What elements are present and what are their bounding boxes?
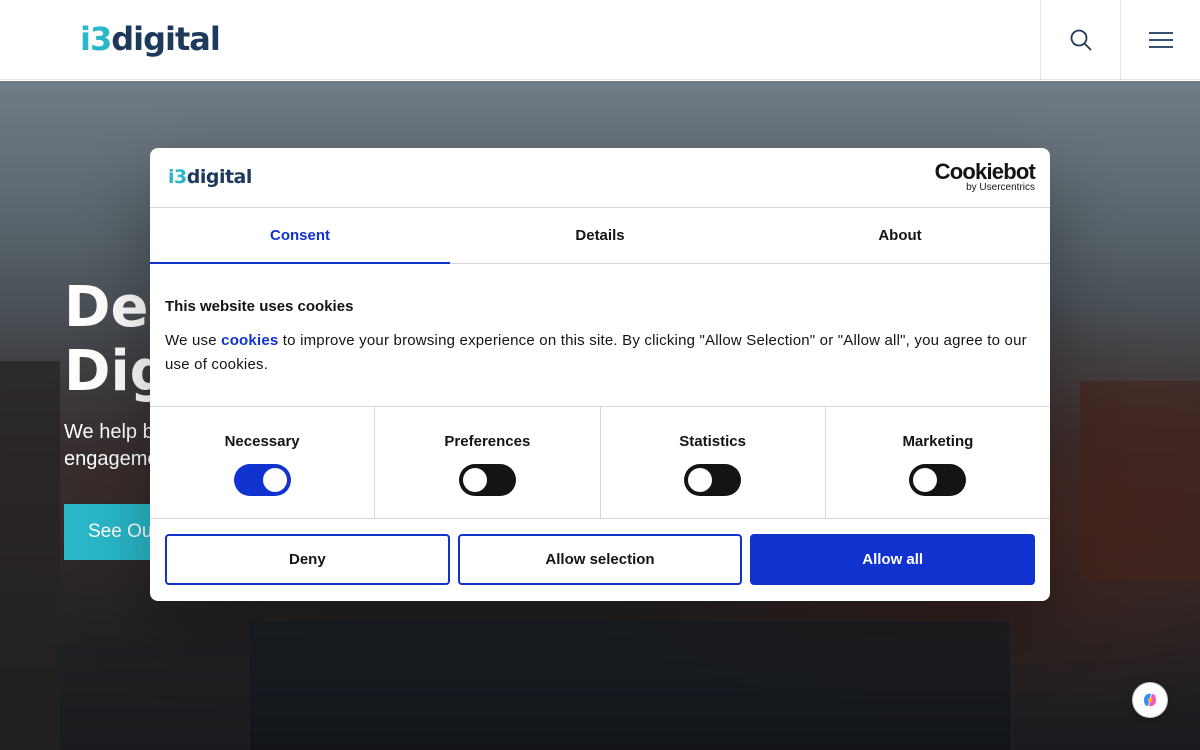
dialog-tabs: Consent Details About	[150, 208, 1050, 264]
logo-prefix: i3	[168, 166, 187, 188]
toggle-knob	[262, 468, 287, 492]
category-necessary: Necessary	[150, 407, 376, 518]
toggle-knob	[688, 468, 713, 492]
description-text: to improve your browsing experience on t…	[165, 332, 1027, 373]
search-icon	[1070, 29, 1091, 51]
dialog-site-logo: i3digital	[168, 166, 252, 188]
copilot-widget-button[interactable]	[1132, 682, 1168, 718]
necessary-toggle[interactable]	[233, 464, 291, 496]
site-logo[interactable]: i3 digital	[80, 20, 221, 58]
cookiebot-logo[interactable]: Cookiebot by Usercentrics	[934, 159, 1036, 194]
dialog-description: We use cookies to improve your browsing …	[165, 329, 1035, 377]
cookie-category-toggles: Necessary Preferences Statistics Marketi…	[150, 406, 1050, 519]
category-statistics: Statistics	[601, 407, 826, 518]
allow-selection-button[interactable]: Allow selection	[457, 534, 743, 585]
category-marketing: Marketing	[826, 407, 1050, 518]
logo-suffix: digital	[111, 20, 221, 58]
category-preferences: Preferences	[375, 407, 601, 518]
site-header: i3 digital	[0, 0, 1200, 80]
hamburger-menu-icon	[1148, 32, 1173, 48]
copilot-icon	[1144, 693, 1156, 707]
tab-consent[interactable]: Consent	[150, 208, 450, 264]
deny-button[interactable]: Deny	[165, 534, 450, 585]
dialog-actions: Deny Allow selection Allow all	[150, 519, 1050, 600]
dialog-header: i3digital Cookiebot by Usercentrics	[150, 148, 1050, 208]
dialog-body: This website uses cookies We use cookies…	[150, 264, 1050, 406]
dialog-title: This website uses cookies	[165, 298, 354, 315]
cookie-consent-dialog: i3digital Cookiebot by Usercentrics Cons…	[150, 148, 1050, 601]
category-label: Necessary	[224, 433, 300, 450]
category-label: Marketing	[902, 433, 974, 450]
logo-prefix: i3	[80, 20, 112, 58]
cookies-link[interactable]: cookies	[221, 332, 278, 349]
category-label: Preferences	[444, 433, 531, 450]
marketing-toggle[interactable]	[909, 464, 967, 496]
category-label: Statistics	[679, 433, 746, 450]
tab-details[interactable]: Details	[450, 208, 750, 263]
search-button[interactable]	[1040, 0, 1120, 80]
tab-about[interactable]: About	[750, 208, 1050, 263]
preferences-toggle[interactable]	[458, 464, 516, 496]
toggle-knob	[462, 468, 487, 492]
logo-suffix: digital	[186, 166, 253, 188]
description-text: We use	[165, 332, 222, 349]
toggle-knob	[913, 468, 938, 492]
allow-all-button[interactable]: Allow all	[750, 534, 1036, 585]
menu-button[interactable]	[1120, 0, 1200, 80]
statistics-toggle[interactable]	[684, 464, 742, 496]
cookiebot-brand: Cookiebot	[934, 159, 1036, 184]
